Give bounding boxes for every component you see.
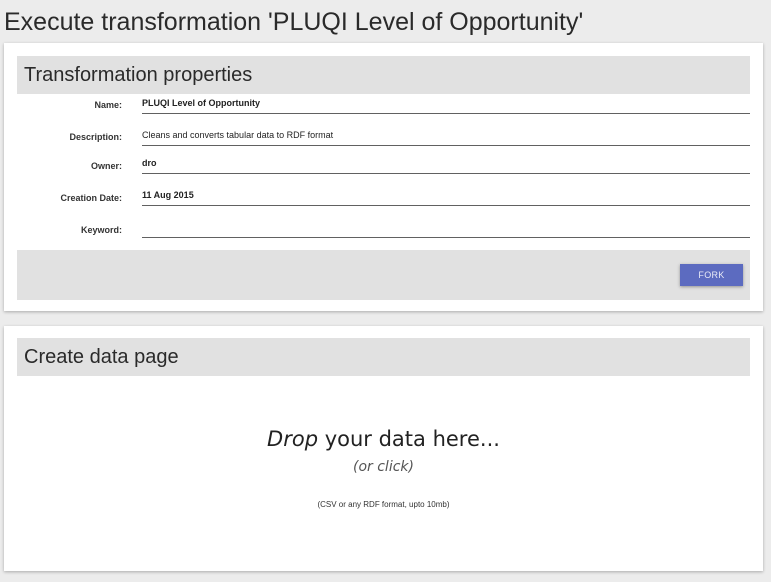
creation-date-row: Creation Date: 11 Aug 2015 <box>17 188 750 216</box>
keyword-row: Keyword: <box>17 220 750 248</box>
name-value: PLUQI Level of Opportunity <box>142 98 261 108</box>
drop-emphasis: Drop <box>267 427 319 451</box>
keyword-label: Keyword: <box>80 225 122 235</box>
description-value: Cleans and converts tabular data to RDF … <box>142 130 334 140</box>
keyword-field[interactable] <box>142 220 750 238</box>
create-data-page-header: Create data page <box>17 338 750 376</box>
drop-or-click-hint: (or click) <box>353 459 414 475</box>
transformation-properties-card: Transformation properties Name: PLUQI Le… <box>4 43 763 311</box>
file-format-note: (CSV or any RDF format, upto 10mb) <box>317 500 450 509</box>
description-field[interactable]: Cleans and converts tabular data to RDF … <box>142 128 750 146</box>
creation-date-value: 11 Aug 2015 <box>142 190 194 200</box>
owner-label: Owner: <box>90 161 122 171</box>
description-label: Description: <box>69 132 122 142</box>
creation-date-field[interactable]: 11 Aug 2015 <box>142 188 750 206</box>
page-title: Execute transformation 'PLUQI Level of O… <box>4 8 584 36</box>
drop-prompt-rest: your data here... <box>318 427 500 451</box>
transformation-properties-header: Transformation properties <box>17 56 750 94</box>
create-data-page-card: Create data page Drop your data here... … <box>4 326 763 571</box>
owner-field[interactable]: dro <box>142 156 750 174</box>
fork-button[interactable]: FORK <box>680 264 743 286</box>
action-bar: FORK <box>17 250 750 300</box>
owner-row: Owner: dro <box>17 156 750 184</box>
description-row: Description: Cleans and converts tabular… <box>17 128 750 156</box>
creation-date-label: Creation Date: <box>60 193 122 203</box>
name-row: Name: PLUQI Level of Opportunity <box>17 96 750 124</box>
owner-value: dro <box>142 158 157 168</box>
name-label: Name: <box>94 100 122 110</box>
name-field[interactable]: PLUQI Level of Opportunity <box>142 96 750 114</box>
file-dropzone[interactable]: Drop your data here... (or click) (CSV o… <box>17 381 750 561</box>
drop-prompt: Drop your data here... <box>17 427 750 451</box>
